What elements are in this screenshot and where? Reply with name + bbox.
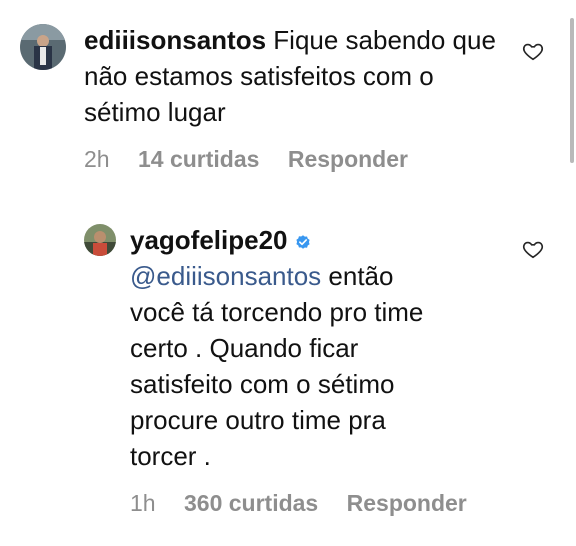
avatar[interactable] bbox=[84, 224, 116, 256]
avatar[interactable] bbox=[20, 24, 66, 70]
scrollbar[interactable] bbox=[570, 18, 574, 163]
reply-text-line: torcer . bbox=[130, 441, 211, 471]
comment-body: ediiisonsantos Fique sabendo que não est… bbox=[84, 22, 504, 130]
reply-text-line: procure outro time pra bbox=[130, 405, 386, 435]
verified-badge-icon bbox=[295, 235, 310, 249]
reply-meta: 1h 360 curtidas Responder bbox=[130, 490, 489, 517]
like-heart-icon[interactable] bbox=[522, 238, 544, 260]
reply-text-line: certo . Quando ficar bbox=[130, 333, 359, 363]
comment-username[interactable]: ediiisonsantos bbox=[84, 25, 266, 55]
reply-text-line: então bbox=[328, 261, 394, 291]
reply-time: 1h bbox=[130, 490, 156, 516]
comment-1: ediiisonsantos Fique sabendo que não est… bbox=[0, 0, 576, 190]
comment-meta: 2h 14 curtidas Responder bbox=[84, 146, 430, 173]
like-heart-icon[interactable] bbox=[522, 40, 544, 62]
reply-text-line: você tá torcendo pro time bbox=[130, 297, 424, 327]
reply-button[interactable]: Responder bbox=[288, 146, 408, 172]
reply-button[interactable]: Responder bbox=[347, 490, 467, 516]
comment-time: 2h bbox=[84, 146, 110, 172]
avatar-photo-icon bbox=[20, 24, 66, 70]
avatar-photo-icon bbox=[84, 224, 116, 256]
comment-2: yagofelipe20 @ediiisonsantos então você … bbox=[0, 210, 576, 540]
reply-text-line: satisfeito com o sétimo bbox=[130, 369, 395, 399]
reply-username[interactable]: yagofelipe20 bbox=[130, 225, 288, 255]
mention-link[interactable]: @ediiisonsantos bbox=[130, 261, 321, 291]
like-count[interactable]: 14 curtidas bbox=[138, 146, 259, 172]
like-count[interactable]: 360 curtidas bbox=[184, 490, 318, 516]
reply-body: yagofelipe20 @ediiisonsantos então você … bbox=[130, 222, 510, 474]
